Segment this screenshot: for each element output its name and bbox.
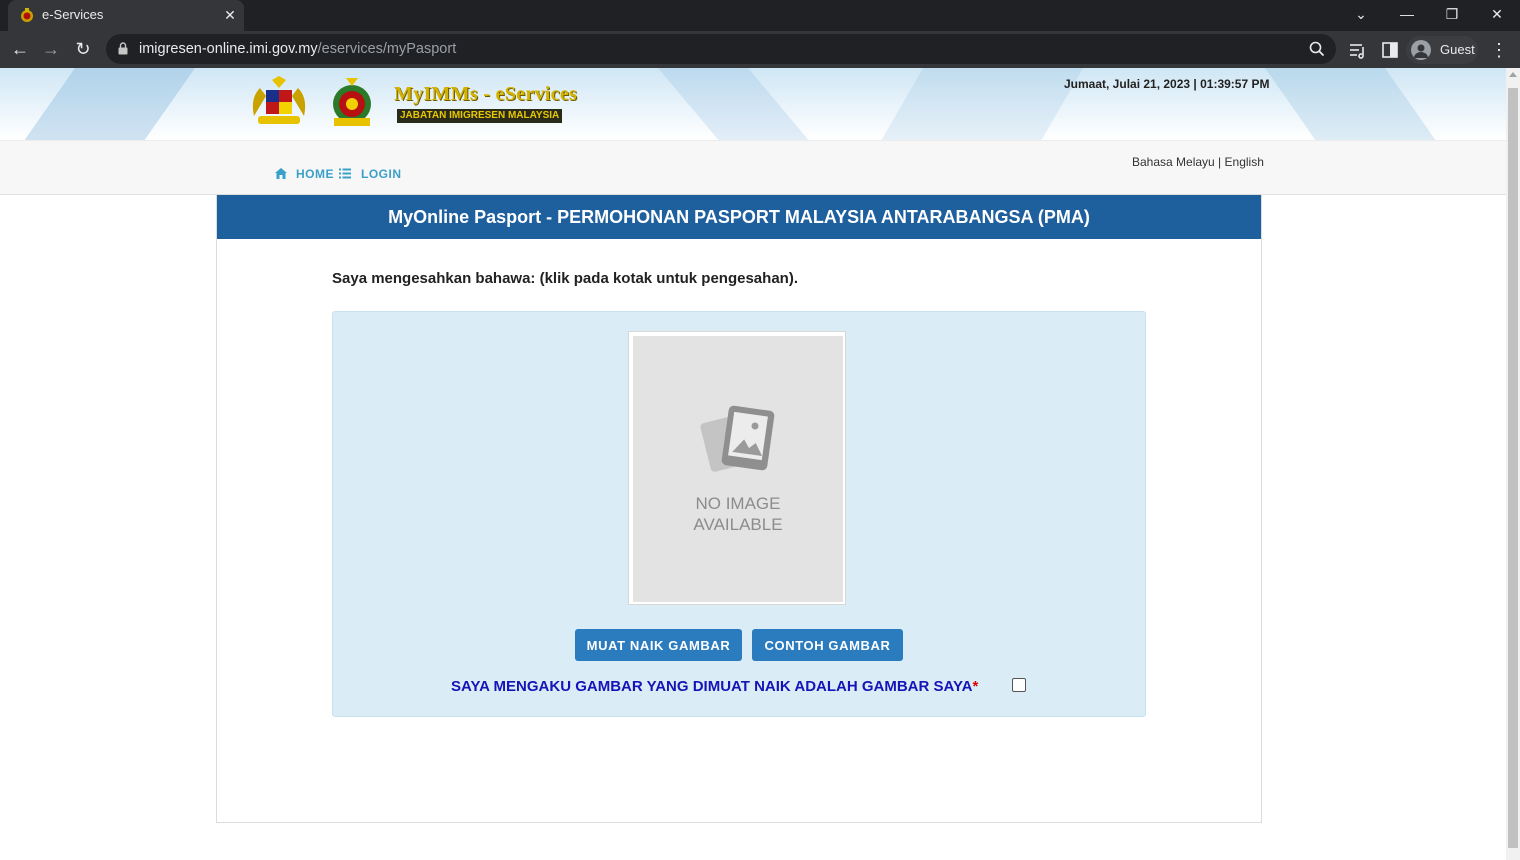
url-text: imigresen-online.imi.gov.my/eservices/my… xyxy=(139,41,457,57)
list-icon[interactable] xyxy=(339,168,351,179)
browser-tab-bar: e-Services ✕ ⌄ — ❐ ✕ xyxy=(0,0,1520,31)
site-header: MyIMMs - eServices JABATAN IMIGRESEN MAL… xyxy=(0,68,1506,140)
browser-tab[interactable]: e-Services ✕ xyxy=(8,0,244,31)
nav-login-link[interactable]: LOGIN xyxy=(361,167,402,181)
tab-title: e-Services xyxy=(42,7,104,22)
current-datetime: Jumaat, Julai 21, 2023 | 01:39:57 PM xyxy=(1064,77,1270,91)
lang-separator: | xyxy=(1214,155,1225,169)
passport-panel: MyOnline Pasport - PERMOHONAN PASPORT MA… xyxy=(216,194,1262,823)
sample-photo-button[interactable]: CONTOH GAMBAR xyxy=(752,629,903,661)
upload-photo-button[interactable]: MUAT NAIK GAMBAR xyxy=(575,629,742,661)
no-image-label: NO IMAGE AVAILABLE xyxy=(693,494,783,534)
header-decoration xyxy=(1257,68,1463,140)
minimize-icon[interactable]: — xyxy=(1384,0,1430,31)
language-switcher: Bahasa Melayu | English xyxy=(1132,155,1264,169)
immigration-favicon-icon xyxy=(21,8,33,22)
header-decoration xyxy=(649,68,841,140)
zoom-icon[interactable] xyxy=(1308,40,1326,58)
browser-menu-icon[interactable]: ⋮ xyxy=(1489,40,1509,60)
address-bar[interactable]: imigresen-online.imi.gov.my/eservices/my… xyxy=(106,34,1336,64)
forward-icon[interactable]: → xyxy=(40,39,62,61)
photo-acknowledgement-label: SAYA MENGAKU GAMBAR YANG DIMUAT NAIK ADA… xyxy=(451,678,979,695)
scroll-up-arrow-icon[interactable] xyxy=(1509,72,1517,77)
photo-acknowledgement-checkbox[interactable] xyxy=(1012,678,1026,692)
page-viewport: MyIMMs - eServices JABATAN IMIGRESEN MAL… xyxy=(0,68,1506,860)
header-decoration xyxy=(0,68,210,140)
site-navbar: HOME LOGIN Bahasa Melayu | English xyxy=(0,140,1506,195)
lock-icon xyxy=(118,42,128,55)
photo-upload-section: NO IMAGE AVAILABLE MUAT NAIK GAMBAR CONT… xyxy=(332,311,1146,717)
lang-english-link[interactable]: English xyxy=(1225,155,1264,169)
brand-subtitle: JABATAN IMIGRESEN MALAYSIA xyxy=(397,109,563,123)
panel-title: MyOnline Pasport - PERMOHONAN PASPORT MA… xyxy=(217,195,1261,239)
immigration-department-logo-icon xyxy=(333,78,371,126)
back-icon[interactable]: ← xyxy=(9,39,31,61)
window-close-icon[interactable]: ✕ xyxy=(1474,0,1520,31)
tab-search-icon[interactable]: ⌄ xyxy=(1338,0,1384,31)
nav-home-link[interactable]: HOME xyxy=(296,167,334,181)
close-tab-icon[interactable]: ✕ xyxy=(222,7,238,23)
restore-icon[interactable]: ❐ xyxy=(1429,0,1475,31)
profile-avatar-icon xyxy=(1411,40,1431,60)
photo-placeholder: NO IMAGE AVAILABLE xyxy=(633,336,843,602)
browser-toolbar: ← → ↻ imigresen-online.imi.gov.my/eservi… xyxy=(0,31,1520,68)
malaysia-coat-of-arms-icon xyxy=(252,76,306,124)
profile-button[interactable]: Guest xyxy=(1406,36,1478,64)
reload-icon[interactable]: ↻ xyxy=(72,39,94,61)
lang-malay-link[interactable]: Bahasa Melayu xyxy=(1132,155,1215,169)
reading-list-icon[interactable] xyxy=(1348,40,1368,60)
side-panel-icon[interactable] xyxy=(1380,40,1400,60)
scrollbar-thumb[interactable] xyxy=(1508,88,1518,848)
page-scrollbar[interactable] xyxy=(1506,68,1520,860)
required-marker: * xyxy=(972,678,979,695)
photo-preview-frame: NO IMAGE AVAILABLE xyxy=(628,331,846,605)
no-image-icon xyxy=(700,405,775,472)
confirmation-instruction: Saya mengesahkan bahawa: (klik pada kota… xyxy=(332,270,798,287)
home-icon[interactable] xyxy=(275,168,287,179)
profile-label: Guest xyxy=(1440,42,1475,57)
brand-title: MyIMMs - eServices xyxy=(394,83,578,105)
